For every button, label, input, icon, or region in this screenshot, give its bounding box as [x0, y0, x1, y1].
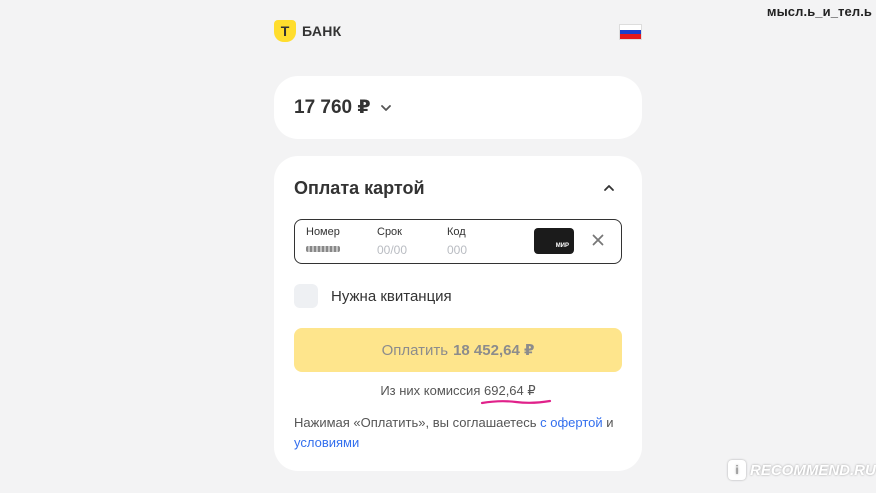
conditions-link[interactable]: условиями [294, 435, 359, 450]
pay-button-label: Оплатить [381, 341, 449, 359]
card-number-masked-value [306, 246, 340, 252]
receipt-label: Нужна квитанция [331, 287, 452, 305]
amount-selector[interactable]: 17 760 ₽ [294, 96, 393, 119]
recommend-text: RECOMMEND.RU [750, 461, 876, 479]
payment-title: Оплата картой [294, 178, 425, 198]
author-watermark: мысл.ь_и_тел.ь [766, 4, 872, 19]
terms-lead: Нажимая «Оплатить», вы соглашаетесь [294, 415, 537, 430]
chevron-up-icon[interactable] [602, 181, 616, 195]
card-expiry-field[interactable]: Срок 00/00 [377, 226, 407, 257]
card-details-input: Номер Срок 00/00 Код 000 МИР [294, 219, 622, 264]
terms-text: Нажимая «Оплатить», вы соглашаетесь с оф… [294, 413, 624, 453]
amount-value: 17 760 ₽ [294, 97, 371, 118]
card-cvc-field[interactable]: Код 000 [447, 226, 467, 257]
otzovik-icon: i [728, 460, 746, 480]
card-brand-label: МИР [555, 243, 569, 249]
tbank-logo: Т БАНК [274, 20, 342, 42]
commission-amount-wrap: 692,64 ₽ [480, 383, 552, 405]
offer-link[interactable]: с офертой [540, 415, 603, 430]
pay-button-amount: 18 452,64 ₽ [453, 342, 535, 359]
card-number-label: Номер [306, 226, 340, 238]
highlight-underline-icon [480, 399, 552, 405]
receipt-checkbox[interactable] [294, 284, 318, 308]
chevron-down-icon [380, 104, 391, 111]
amount-card: 17 760 ₽ [274, 76, 642, 139]
card-payment-panel: Оплата картой Номер Срок 00/00 Код 000 М… [274, 156, 642, 471]
terms-and: и [606, 415, 614, 430]
commission-prefix: Из них комиссия [380, 383, 481, 398]
card-number-field[interactable]: Номер [306, 226, 340, 252]
commission-info: Из них комиссия 692,64 ₽ [274, 383, 642, 405]
logo-text: БАНК [302, 23, 342, 39]
card-expiry-label: Срок [377, 226, 402, 238]
logo-shield-icon: Т [274, 20, 296, 42]
close-icon[interactable] [591, 233, 605, 247]
recommend-watermark: i RECOMMEND.RU [728, 460, 876, 480]
pay-button[interactable]: Оплатить 18 452,64 ₽ [294, 328, 622, 372]
mir-card-icon: МИР [534, 228, 574, 254]
receipt-checkbox-row[interactable]: Нужна квитанция [294, 284, 452, 308]
commission-amount: 692,64 ₽ [484, 383, 536, 398]
russian-flag-icon[interactable] [619, 24, 642, 40]
card-expiry-placeholder: 00/00 [377, 243, 408, 257]
card-cvc-placeholder: 000 [447, 243, 468, 257]
card-cvc-label: Код [447, 226, 466, 238]
